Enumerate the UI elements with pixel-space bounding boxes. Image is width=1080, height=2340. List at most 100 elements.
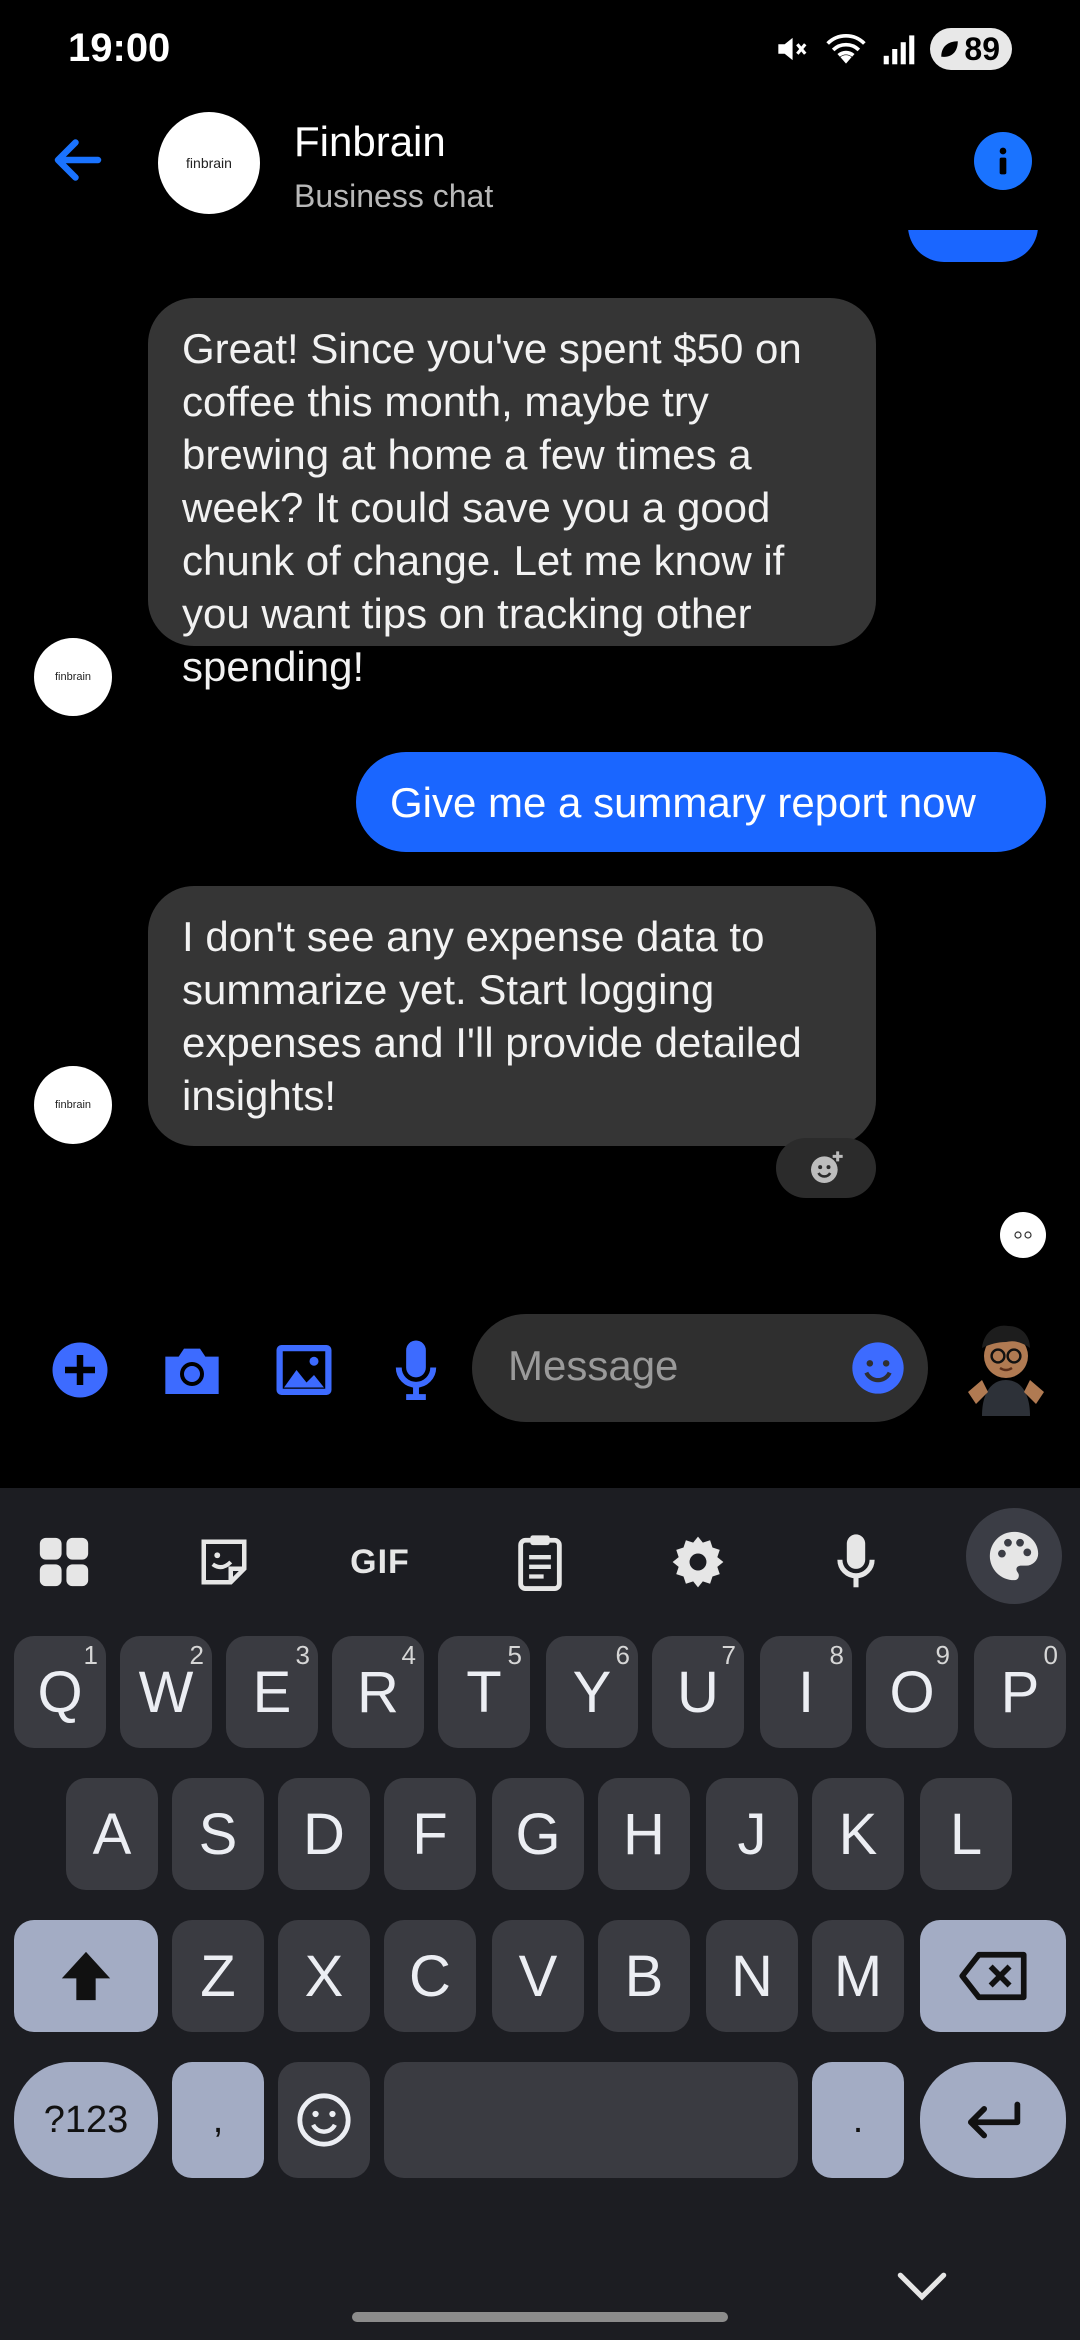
key-z[interactable]: Z [172,1920,264,2032]
info-button[interactable] [974,132,1032,190]
clipboard-icon [518,1535,562,1591]
voice-typing-button[interactable] [820,1526,892,1598]
key-g[interactable]: G [492,1778,584,1890]
key-label: W [138,1659,194,1725]
add-reaction-button[interactable] [776,1138,876,1198]
comma-key[interactable]: , [172,2062,264,2178]
hide-keyboard-icon[interactable] [896,2268,948,2304]
gear-icon [672,1536,724,1588]
shift-key[interactable] [14,1920,158,2032]
key-y[interactable]: Y6 [546,1636,638,1748]
period-key[interactable]: . [812,2062,904,2178]
apps-button[interactable] [28,1526,100,1598]
voice-button[interactable] [384,1338,448,1402]
key-hint: 4 [401,1640,416,1670]
key-t[interactable]: T5 [438,1636,530,1748]
key-q[interactable]: Q1 [14,1636,106,1748]
camera-button[interactable] [160,1338,224,1402]
gallery-button[interactable] [272,1338,336,1402]
wifi-icon [826,33,867,64]
key-m[interactable]: M [812,1920,904,2032]
key-label: T [466,1659,502,1725]
key-k[interactable]: K [812,1778,904,1890]
status-icons: 89 [772,28,1012,70]
battery-indicator: 89 [930,28,1012,70]
smiley-icon [297,2093,351,2147]
keyboard: GIF Q1 W2 E3 R4 T5 Y6 U7 I8 O9 P0 A S D … [0,1488,1080,2340]
key-x[interactable]: X [278,1920,370,2032]
key-hint: 5 [507,1640,522,1670]
message-input[interactable]: Message [472,1314,928,1422]
home-indicator[interactable] [352,2312,728,2322]
key-label: U [677,1659,719,1725]
key-o[interactable]: O9 [866,1636,958,1748]
outgoing-message[interactable]: Give me a summary report now [356,752,1046,852]
message-list[interactable]: Great! Since you've spent $50 on coffee … [0,230,1080,1290]
key-c[interactable]: C [384,1920,476,2032]
back-button[interactable] [48,130,108,190]
enter-icon [967,2101,1021,2139]
symbols-key[interactable]: ?123 [14,2062,158,2178]
microphone-icon [837,1534,875,1588]
contact-name[interactable]: Finbrain [294,118,446,166]
key-hint: 6 [615,1640,630,1670]
key-l[interactable]: L [920,1778,1012,1890]
key-b[interactable]: B [598,1920,690,2032]
key-s[interactable]: S [172,1778,264,1890]
battery-level: 89 [964,30,1000,67]
key-e[interactable]: E3 [226,1636,318,1748]
key-hint: 8 [829,1640,844,1670]
leaf-icon [941,41,959,57]
plus-circle-icon [52,1342,108,1398]
message-text: Give me a summary report now [390,779,976,826]
message-text: Great! Since you've spent $50 on coffee … [182,325,802,690]
microphone-icon [395,1340,437,1401]
contact-subtitle: Business chat [294,178,494,214]
avatar-sticker-icon[interactable] [958,1312,1054,1424]
shift-icon [61,1951,111,2001]
key-d[interactable]: D [278,1778,370,1890]
gif-button[interactable]: GIF [344,1526,416,1598]
incoming-message[interactable]: I don't see any expense data to summariz… [148,886,876,1146]
message-composer: Message [0,1290,1080,1490]
previous-message-bubble[interactable] [908,230,1038,262]
key-label: O [889,1659,935,1725]
key-f[interactable]: F [384,1778,476,1890]
contact-avatar[interactable]: finbrain [158,112,260,214]
key-i[interactable]: I8 [760,1636,852,1748]
key-label: Y [572,1659,612,1725]
key-label: Q [37,1659,83,1725]
enter-key[interactable] [920,2062,1066,2178]
key-label: R [357,1659,399,1725]
key-u[interactable]: U7 [652,1636,744,1748]
add-button[interactable] [48,1338,112,1402]
emoji-key[interactable] [278,2062,370,2178]
avatar-logo-text: finbrain [54,1099,92,1111]
key-a[interactable]: A [66,1778,158,1890]
theme-button[interactable] [966,1508,1062,1604]
space-key[interactable] [384,2062,798,2178]
sender-avatar[interactable]: finbrain [34,1066,112,1144]
backspace-key[interactable] [920,1920,1066,2032]
emoji-icon[interactable] [850,1340,906,1396]
key-v[interactable]: V [492,1920,584,2032]
sticker-button[interactable] [188,1526,260,1598]
chat-header: finbrain Finbrain Business chat [0,100,1080,230]
mute-icon [778,37,807,61]
key-h[interactable]: H [598,1778,690,1890]
key-j[interactable]: J [706,1778,798,1890]
key-hint: 0 [1043,1640,1058,1670]
key-hint: 9 [935,1640,950,1670]
key-p[interactable]: P0 [974,1636,1066,1748]
image-icon [276,1345,332,1395]
key-r[interactable]: R4 [332,1636,424,1748]
sender-avatar[interactable]: finbrain [34,638,112,716]
palette-icon [989,1531,1039,1581]
clipboard-button[interactable] [504,1526,576,1598]
key-n[interactable]: N [706,1920,798,2032]
key-hint: 7 [721,1640,736,1670]
settings-button[interactable] [662,1526,734,1598]
incoming-message[interactable]: Great! Since you've spent $50 on coffee … [148,298,876,690]
key-w[interactable]: W2 [120,1636,212,1748]
arrow-left-icon [54,139,102,181]
